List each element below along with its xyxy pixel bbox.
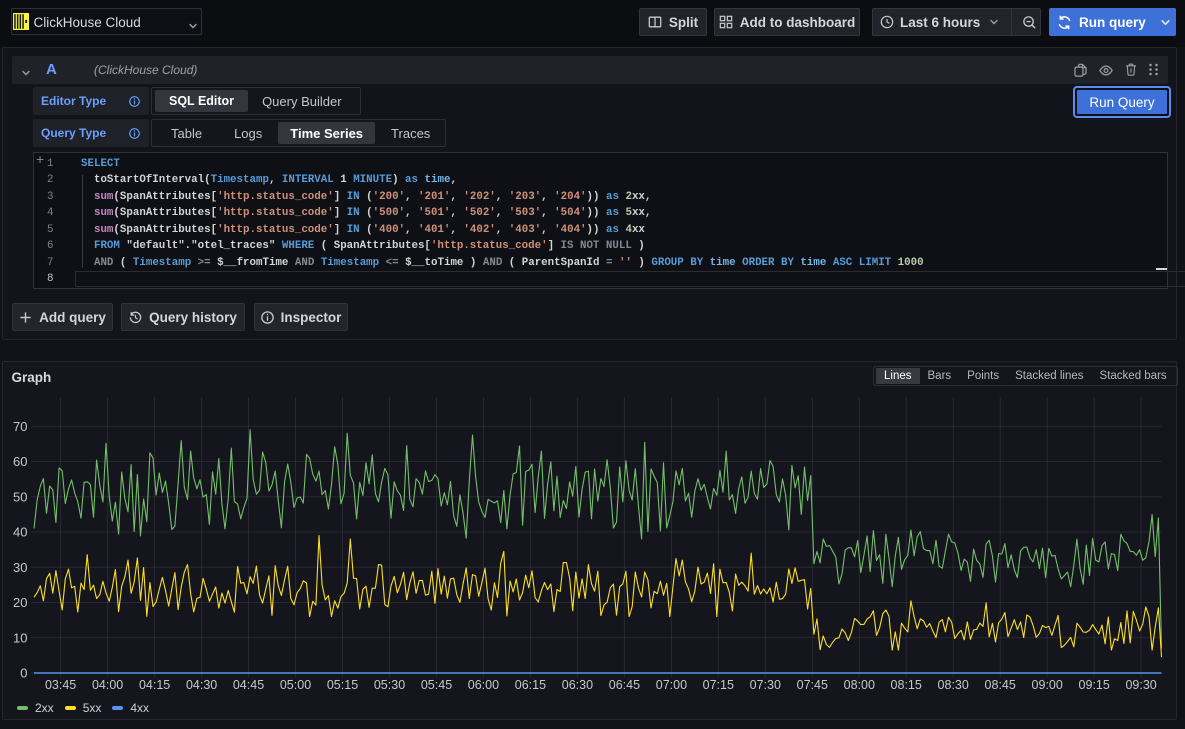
svg-text:08:00: 08:00 [844, 678, 875, 692]
svg-text:50: 50 [13, 489, 27, 504]
svg-text:06:30: 06:30 [562, 678, 593, 692]
svg-text:09:00: 09:00 [1032, 678, 1063, 692]
svg-text:05:00: 05:00 [280, 678, 311, 692]
svg-text:0: 0 [20, 666, 27, 681]
svg-text:08:30: 08:30 [938, 678, 969, 692]
svg-text:06:45: 06:45 [609, 678, 640, 692]
svg-text:04:00: 04:00 [92, 678, 123, 692]
svg-text:40: 40 [13, 525, 27, 540]
svg-text:04:45: 04:45 [233, 678, 264, 692]
svg-text:07:00: 07:00 [656, 678, 687, 692]
svg-text:08:15: 08:15 [891, 678, 922, 692]
svg-text:08:45: 08:45 [985, 678, 1016, 692]
svg-text:07:45: 07:45 [797, 678, 828, 692]
svg-text:09:15: 09:15 [1079, 678, 1110, 692]
svg-text:06:15: 06:15 [515, 678, 546, 692]
svg-text:05:30: 05:30 [374, 678, 405, 692]
svg-text:07:15: 07:15 [703, 678, 734, 692]
svg-text:70: 70 [13, 419, 27, 434]
svg-text:07:30: 07:30 [750, 678, 781, 692]
svg-text:03:45: 03:45 [45, 678, 76, 692]
svg-text:09:30: 09:30 [1125, 678, 1156, 692]
svg-text:20: 20 [13, 595, 27, 610]
svg-text:30: 30 [13, 560, 27, 575]
svg-text:10: 10 [13, 630, 27, 645]
svg-text:04:15: 04:15 [139, 678, 170, 692]
svg-text:60: 60 [13, 454, 27, 469]
svg-text:06:00: 06:00 [468, 678, 499, 692]
svg-text:05:15: 05:15 [327, 678, 358, 692]
svg-text:04:30: 04:30 [186, 678, 217, 692]
svg-text:05:45: 05:45 [421, 678, 452, 692]
